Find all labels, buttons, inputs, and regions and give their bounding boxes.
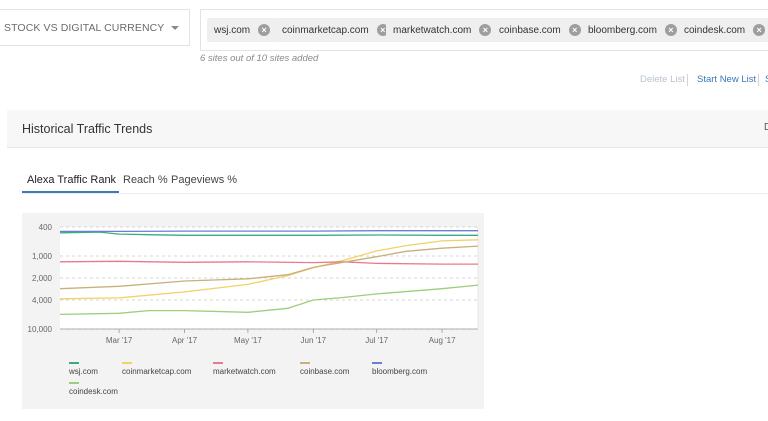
y-tick-label: 10,000 [28, 325, 53, 334]
site-chip-label: bloomberg.com [588, 24, 657, 36]
remove-icon[interactable]: × [258, 24, 271, 36]
sites-chip-container: wsj.com × coinmarketcap.com × marketwatc… [200, 9, 768, 51]
remove-icon[interactable]: × [664, 24, 677, 36]
site-chip-label: coinbase.com [499, 24, 561, 36]
site-chip-label: coinmarketcap.com [282, 24, 369, 36]
active-tab-indicator [22, 191, 119, 193]
x-tick-label: Jun '17 [301, 336, 327, 345]
site-chip-coindesk[interactable]: coindesk.com × [677, 18, 768, 42]
remove-icon[interactable]: × [753, 24, 766, 36]
y-tick-label: 400 [39, 223, 53, 232]
site-chip-marketwatch[interactable]: marketwatch.com × [386, 18, 498, 42]
site-chip-coinmarketcap[interactable]: coinmarketcap.com × [275, 18, 395, 42]
series-line-bloomberg-com [60, 230, 478, 233]
site-chip-bloomberg[interactable]: bloomberg.com × [581, 18, 683, 42]
y-tick-label: 4,000 [32, 296, 53, 305]
x-tick-label: Apr '17 [172, 336, 198, 345]
tab-alexa-traffic-rank[interactable]: Alexa Traffic Rank [27, 174, 116, 186]
remove-icon[interactable]: × [568, 24, 581, 36]
panel-header: Historical Traffic Trends D [7, 110, 768, 148]
legend-label: coinmarketcap.com [122, 367, 192, 376]
site-chip-coinbase[interactable]: coinbase.com × [492, 18, 587, 42]
legend-label: coindesk.com [69, 387, 118, 396]
traffic-rank-chart: 400 1,000 2,000 4,000 10,000 Mar '17 Apr '17 Ma… [22, 213, 484, 409]
panel-title: Historical Traffic Trends [22, 122, 153, 136]
x-tick-label: Jul '17 [365, 336, 388, 345]
tab-reach[interactable]: Reach % [123, 174, 168, 186]
site-chip-wsj[interactable]: wsj.com × [207, 18, 277, 42]
legend-label: marketwatch.com [213, 367, 276, 376]
list-select-dropdown[interactable]: STOCK VS DIGITAL CURRENCY [0, 9, 190, 46]
site-chip-label: wsj.com [214, 24, 251, 36]
site-chip-label: coindesk.com [684, 24, 746, 36]
sites-count-text: 6 sites out of 10 sites added [200, 53, 319, 64]
legend-label: bloomberg.com [372, 367, 427, 376]
x-tick-label: Aug '17 [429, 336, 456, 345]
y-tick-label: 1,000 [32, 252, 53, 261]
action-divider [758, 74, 759, 86]
delete-list-link[interactable]: Delete List [640, 74, 685, 85]
site-chip-label: marketwatch.com [393, 24, 472, 36]
truncated-header-control[interactable]: D [764, 122, 768, 133]
legend-label: wsj.com [68, 367, 98, 376]
x-tick-label: May '17 [234, 336, 262, 345]
remove-icon[interactable]: × [479, 24, 492, 36]
tab-pageviews[interactable]: Pageviews % [171, 174, 237, 186]
chevron-down-icon[interactable] [171, 25, 179, 30]
list-select-label: STOCK VS DIGITAL CURRENCY [4, 21, 165, 34]
legend-label: coinbase.com [300, 367, 350, 376]
x-tick-label: Mar '17 [106, 336, 133, 345]
start-new-list-link[interactable]: Start New List [697, 74, 756, 85]
chart-svg: 400 1,000 2,000 4,000 10,000 Mar '17 Apr '17 Ma… [28, 223, 479, 396]
tab-divider [22, 193, 768, 194]
y-tick-label: 2,000 [32, 274, 53, 283]
action-divider [687, 74, 688, 86]
